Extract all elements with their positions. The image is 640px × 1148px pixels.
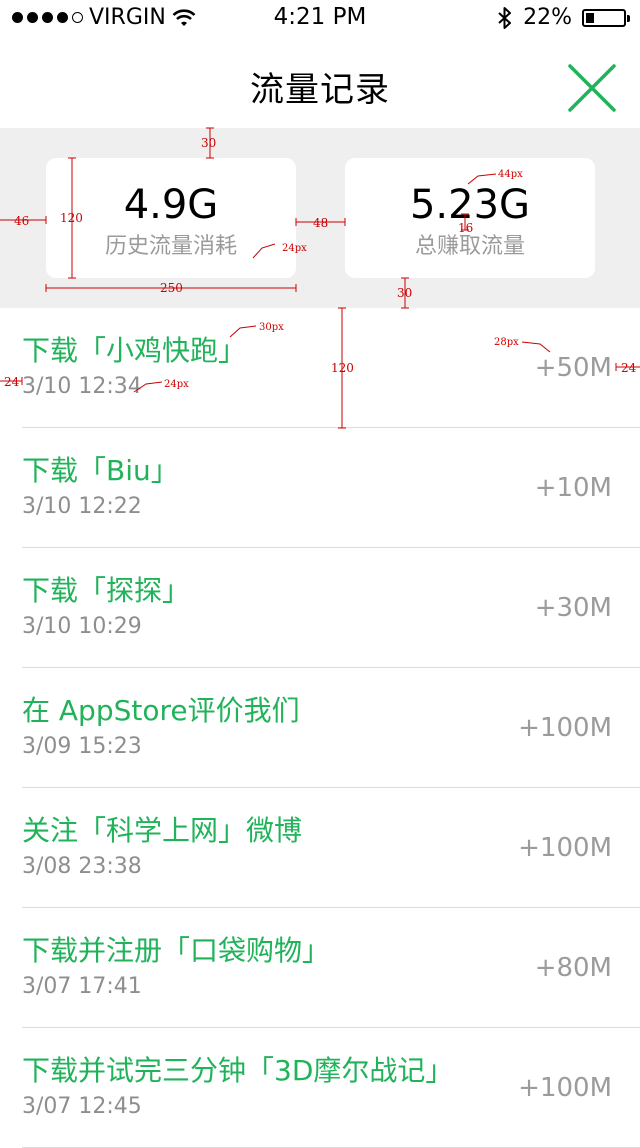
history-usage-label: 历史流量消耗 bbox=[104, 234, 237, 259]
records-list: 下载「小鸡快跑」 3/10 12:34 +50M 下载「Biu」 3/10 12:22 +… bbox=[0, 308, 640, 1148]
record-row[interactable]: 关注「科学上网」微博 3/08 23:38 +100M bbox=[0, 788, 640, 908]
record-title: 下载「Biu」 bbox=[22, 454, 179, 487]
summary-panel: 4.9G 历史流量消耗 5.23G 总赚取流量 bbox=[0, 128, 640, 308]
earned-total-value: 5.23G bbox=[409, 182, 531, 228]
battery-percent: 22% bbox=[523, 5, 572, 30]
earned-total-label: 总赚取流量 bbox=[414, 234, 525, 259]
history-usage-card: 4.9G 历史流量消耗 bbox=[46, 158, 296, 278]
record-amount: +80M bbox=[534, 953, 612, 983]
record-row[interactable]: 下载并试完三分钟「3D摩尔战记」 3/07 12:45 +100M bbox=[0, 1028, 640, 1148]
record-row[interactable]: 下载并注册「口袋购物」 3/07 17:41 +80M bbox=[0, 908, 640, 1028]
record-title: 下载「探探」 bbox=[22, 574, 191, 607]
record-amount: +100M bbox=[518, 713, 612, 743]
history-usage-value: 4.9G bbox=[123, 182, 219, 228]
record-time: 3/07 17:41 bbox=[22, 974, 142, 999]
record-amount: +50M bbox=[534, 353, 612, 383]
record-title: 关注「科学上网」微博 bbox=[22, 814, 303, 847]
record-title: 下载「小鸡快跑」 bbox=[22, 334, 247, 367]
record-time: 3/10 12:22 bbox=[22, 494, 142, 519]
close-icon[interactable] bbox=[566, 62, 618, 114]
earned-total-card: 5.23G 总赚取流量 bbox=[345, 158, 595, 278]
bluetooth-icon bbox=[498, 6, 512, 29]
record-time: 3/10 10:29 bbox=[22, 614, 142, 639]
record-row[interactable]: 下载「Biu」 3/10 12:22 +10M bbox=[0, 428, 640, 548]
battery-icon bbox=[582, 8, 630, 27]
page-title: 流量记录 bbox=[250, 70, 390, 110]
record-time: 3/08 23:38 bbox=[22, 854, 142, 879]
record-title: 下载并试完三分钟「3D摩尔战记」 bbox=[22, 1054, 454, 1087]
record-title: 在 AppStore评价我们 bbox=[22, 694, 300, 727]
record-amount: +100M bbox=[518, 1073, 612, 1103]
record-amount: +100M bbox=[518, 833, 612, 863]
nav-header: 流量记录 bbox=[0, 40, 640, 128]
record-row[interactable]: 下载「探探」 3/10 10:29 +30M bbox=[0, 548, 640, 668]
record-time: 3/07 12:45 bbox=[22, 1094, 142, 1119]
record-time: 3/10 12:34 bbox=[22, 374, 142, 399]
record-row[interactable]: 下载「小鸡快跑」 3/10 12:34 +50M bbox=[0, 308, 640, 428]
record-amount: +10M bbox=[534, 473, 612, 503]
record-amount: +30M bbox=[534, 593, 612, 623]
status-bar: VIRGIN 4:21 PM 22% bbox=[0, 0, 640, 40]
status-bar-right: 22% bbox=[497, 5, 630, 30]
record-time: 3/09 15:23 bbox=[22, 734, 142, 759]
record-row[interactable]: 在 AppStore评价我们 3/09 15:23 +100M bbox=[0, 668, 640, 788]
record-title: 下载并注册「口袋购物」 bbox=[22, 934, 331, 967]
battery-fill bbox=[586, 12, 594, 23]
